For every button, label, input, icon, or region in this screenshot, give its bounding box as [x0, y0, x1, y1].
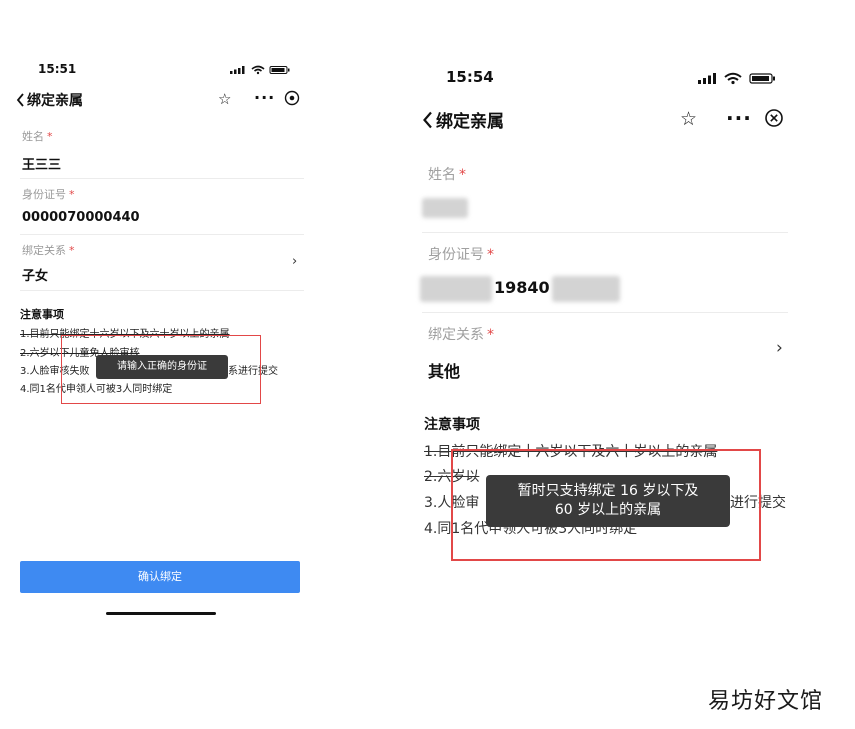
chevron-right-icon[interactable]: ›	[292, 254, 297, 269]
chevron-left-icon	[423, 111, 432, 128]
id-number-field[interactable]: 0000070000440	[22, 210, 140, 225]
divider	[20, 290, 304, 291]
more-icon[interactable]: ···	[726, 106, 752, 130]
page-title: 绑定亲属	[436, 112, 504, 132]
name-label: 姓名 *	[428, 167, 466, 183]
name-value-redacted	[422, 198, 468, 218]
back-button[interactable]: 绑定亲属	[16, 90, 83, 110]
divider	[20, 234, 304, 235]
confirm-bind-button[interactable]: 确认绑定	[20, 561, 300, 593]
star-icon[interactable]: ☆	[680, 108, 697, 130]
right-phone-screen: 15:54 绑定亲属 ☆ ··· 姓名 * 身份证号 * 19840 绑定关系 * 其…	[400, 0, 810, 640]
back-button[interactable]: 绑定亲属	[422, 107, 504, 132]
relation-label: 绑定关系 *	[22, 244, 75, 257]
page-title: 绑定亲属	[27, 93, 83, 109]
signal-icon	[230, 66, 245, 74]
home-indicator	[106, 612, 216, 615]
notes-title: 注意事项	[424, 417, 480, 433]
chevron-left-icon	[16, 93, 24, 107]
notes-title: 注意事项	[20, 308, 64, 321]
battery-icon	[269, 66, 290, 74]
id-suffix-redacted	[552, 276, 620, 302]
status-icons	[698, 70, 778, 89]
relation-label: 绑定关系 *	[428, 327, 494, 343]
watermark: 易坊好文馆	[708, 689, 824, 714]
status-time: 15:54	[446, 68, 494, 86]
id-number-label: 身份证号 *	[428, 247, 494, 263]
status-time: 15:51	[38, 62, 77, 76]
divider	[422, 312, 788, 313]
battery-icon	[749, 73, 775, 84]
id-number-label: 身份证号 *	[22, 188, 75, 201]
wifi-icon	[724, 72, 742, 85]
relation-select[interactable]: 子女	[22, 265, 48, 284]
chevron-right-icon[interactable]: ›	[776, 338, 783, 358]
status-icons	[230, 64, 292, 79]
highlight-box	[451, 449, 761, 561]
name-field[interactable]: 王三三	[22, 154, 61, 173]
highlight-box	[61, 335, 261, 404]
left-phone-screen: 15:51 绑定亲属 ☆ ··· 姓名 * 王三三 身份证号 * 000007000…	[0, 0, 320, 640]
divider	[422, 232, 788, 233]
wifi-icon	[251, 65, 265, 75]
more-icon[interactable]: ···	[254, 88, 275, 107]
star-icon[interactable]: ☆	[218, 90, 231, 108]
close-circle-icon[interactable]	[284, 90, 300, 110]
close-circle-icon[interactable]	[764, 108, 784, 132]
name-label: 姓名 *	[22, 130, 53, 143]
id-prefix-redacted	[420, 276, 492, 302]
signal-icon	[698, 73, 716, 84]
id-number-field[interactable]: 19840	[494, 278, 550, 297]
divider	[20, 178, 304, 179]
relation-select[interactable]: 其他	[428, 358, 460, 382]
